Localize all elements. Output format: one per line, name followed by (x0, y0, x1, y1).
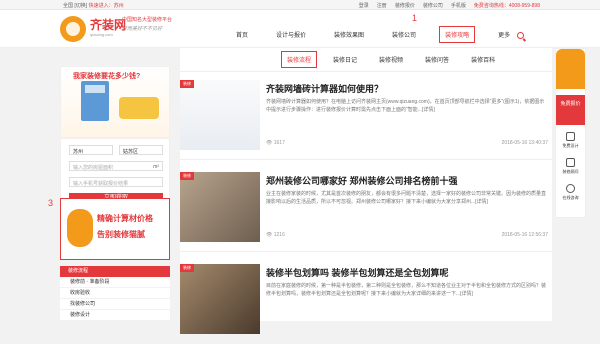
article-title[interactable]: 齐装网墙砖计算器如何使用？ (266, 82, 383, 95)
free-design-button[interactable]: 免费设计 (556, 129, 585, 153)
district-select-value: 姑苏区 (123, 149, 139, 155)
flow-item[interactable]: 找装修公司 (60, 299, 170, 310)
subnav-diary[interactable]: 装修日记 (333, 55, 357, 64)
chat-icon (566, 184, 575, 193)
nav-companies[interactable]: 装修公司 (378, 30, 430, 39)
brand-slogan-secondary: 好而美好不不见好 (122, 26, 163, 32)
subnav-qa[interactable]: 装修问答 (425, 55, 449, 64)
ad-line-1: 精确计算材价格 (97, 214, 153, 223)
mascot-icon (67, 209, 93, 247)
flow-item[interactable]: 装修设计 (60, 310, 170, 321)
design-icon (566, 132, 575, 141)
article-date: 2018-05-16 12:56:37 (501, 232, 548, 238)
nav-design-quote[interactable]: 设计与报价 (262, 30, 320, 39)
logo-icon[interactable] (60, 16, 86, 42)
switch-city-link[interactable]: [切换] (74, 3, 87, 9)
free-quote-button[interactable]: 免费报价 (556, 95, 585, 125)
consultant-button[interactable]: 装修顾问 (556, 155, 585, 179)
article-summary: 目前在家庭装修的时候，第一种是半包装修，第二种则是全包装修，那么不知道各位业主对… (266, 283, 547, 297)
main-nav: 首页 设计与报价 装修效果图 装修公司 装修攻略 更多 (222, 20, 524, 48)
subnav-wiki[interactable]: 装修百科 (471, 55, 495, 64)
article-list: 装修 齐装网墙砖计算器如何使用？ 齐装网墙砖计算器如何使用？在电脑上访问齐装网主… (180, 72, 552, 334)
article-tag: 装修 (180, 172, 194, 180)
annotation-1: 1 (412, 13, 418, 23)
brand-slogan: 中国知名大型装修平台 (122, 17, 173, 23)
site-header: 齐装网 qizuang.com 中国知名大型装修平台 好而美好不不见好 首页 设… (0, 10, 600, 48)
ad-line-2: 告别装修猫腻 (97, 230, 145, 239)
mascot-icon (556, 49, 585, 89)
phone-input[interactable]: 输入手机号获取报价结果 (69, 177, 163, 187)
flow-header: 装修流程 (60, 266, 170, 277)
view-count: 👁 1216 (266, 232, 285, 238)
article-item[interactable]: 装修 郑州装修公司哪家好 郑州装修公司排名榜前十强 业主在装修家装的时候，尤其是… (180, 164, 552, 252)
current-city[interactable]: 快速进入：苏州 (89, 3, 124, 9)
consultant-icon (566, 158, 575, 167)
company-link[interactable]: 装修公司 (423, 2, 443, 9)
article-thumbnail[interactable]: 装修 (180, 264, 260, 334)
article-tag: 装修 (180, 264, 194, 272)
article-summary: 齐装网墙砖计算器如何使用？在电脑上访问齐装网主页(www.qizuang.com… (266, 99, 545, 113)
promo-title: 我家装修要花多少钱? (73, 73, 141, 80)
district-select[interactable]: 姑苏区 (119, 145, 163, 155)
left-sidebar: 我家装修要花多少钱? 苏州 姑苏区 输入您的房屋面积 m² 输入手机号获取报价结… (60, 66, 170, 321)
right-float-bar: 免费报价 免费设计 装修顾问 在线咨询 (555, 48, 586, 218)
article-title[interactable]: 郑州装修公司哪家好 郑州装修公司排名榜前十强 (266, 174, 458, 187)
view-count: 👁 1617 (266, 140, 285, 146)
calculator-icon (81, 81, 109, 121)
article-title[interactable]: 装修半包划算吗 装修半包划算还是全包划算呢 (266, 266, 449, 279)
quote-link[interactable]: 装修报价 (395, 2, 415, 9)
consultant-label: 装修顾问 (562, 169, 579, 174)
article-thumbnail[interactable]: 装修 (180, 80, 260, 150)
phone-input-placeholder: 输入手机号获取报价结果 (73, 181, 129, 187)
online-chat-button[interactable]: 在线咨询 (556, 181, 585, 205)
hotline: 免费咨询热线：4008-959-898 (473, 3, 540, 9)
article-thumbnail[interactable]: 装修 (180, 172, 260, 242)
top-utility-bar: 全国 [切换] 快速进入：苏州 登录 注册 装修报价 装修公司 手机版 免费咨询… (0, 0, 600, 10)
top-links: 登录 注册 装修报价 装修公司 手机版 免费咨询热线：4008-959-898 (359, 2, 540, 9)
brand-domain: qizuang.com (90, 32, 113, 37)
mobile-link[interactable]: 手机版 (451, 2, 466, 9)
sub-nav: 装修流程 装修日记 装修视频 装修问答 装修百科 (180, 48, 552, 72)
article-tag: 装修 (180, 80, 194, 88)
article-summary: 业主在装修家装的时候，尤其是首次装修的朋友，都会有很多问题不清楚，选择一家好的装… (266, 191, 547, 205)
register-link[interactable]: 注册 (377, 2, 387, 9)
region-label: 全国 (63, 3, 74, 9)
view-count-value: 1617 (273, 140, 285, 146)
flow-item[interactable]: 收房验收 (60, 288, 170, 299)
article-date: 2018-05-16 13:40:37 (501, 140, 548, 146)
article-item[interactable]: 装修 装修半包划算吗 装修半包划算还是全包划算呢 目前在家庭装修的时候，第一种是… (180, 256, 552, 344)
calculator-ad[interactable]: 精确计算材价格 告别装修猫腻 (60, 198, 170, 260)
coins-icon (119, 97, 159, 119)
annotation-3: 3 (48, 198, 54, 208)
view-count-value: 1216 (273, 232, 285, 238)
free-design-label: 免费设计 (562, 143, 579, 148)
subnav-process[interactable]: 装修流程 (281, 51, 318, 68)
nav-home[interactable]: 首页 (222, 30, 262, 39)
online-chat-label: 在线咨询 (562, 195, 579, 200)
brand-name[interactable]: 齐装网 (90, 16, 126, 33)
area-input[interactable]: 输入您的房屋面积 m² (69, 161, 163, 171)
city-select-value: 苏州 (73, 149, 84, 155)
flow-item[interactable]: 装修前 · 准备阶段 (60, 277, 170, 288)
article-item[interactable]: 装修 齐装网墙砖计算器如何使用？ 齐装网墙砖计算器如何使用？在电脑上访问齐装网主… (180, 72, 552, 160)
subnav-video[interactable]: 装修视频 (379, 55, 403, 64)
nav-gallery[interactable]: 装修效果图 (320, 30, 378, 39)
login-link[interactable]: 登录 (359, 2, 369, 9)
nav-guides[interactable]: 装修攻略 (439, 25, 476, 43)
location-info: 全国 [切换] 快速进入：苏州 (63, 2, 124, 9)
area-input-placeholder: 输入您的房屋面积 (73, 165, 114, 171)
search-icon[interactable] (517, 32, 524, 39)
quote-promo-banner[interactable]: 我家装修要花多少钱? (60, 66, 170, 138)
city-select[interactable]: 苏州 (69, 145, 113, 155)
area-unit: m² (153, 164, 159, 170)
